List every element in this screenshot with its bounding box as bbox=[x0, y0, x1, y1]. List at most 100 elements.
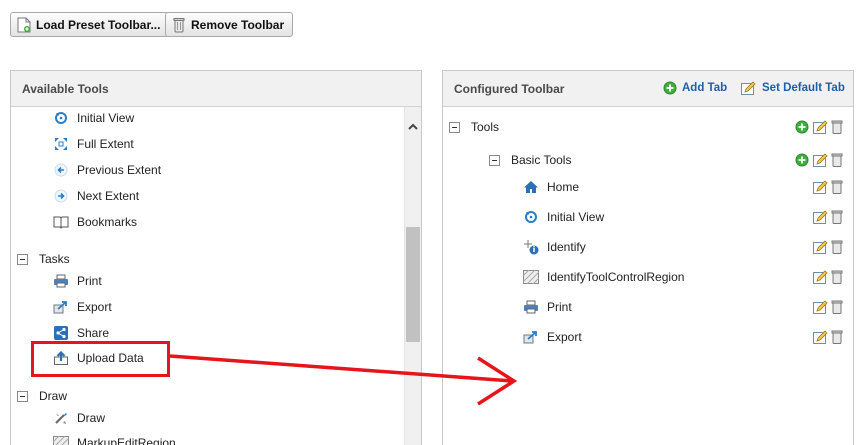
region-icon bbox=[53, 435, 69, 445]
available-tools-title: Available Tools bbox=[22, 81, 109, 96]
tool-actions bbox=[813, 270, 845, 284]
edit-icon[interactable] bbox=[813, 330, 828, 344]
home-icon bbox=[523, 179, 539, 195]
tool-item-export[interactable]: Export bbox=[53, 297, 112, 317]
tool-actions bbox=[813, 240, 845, 254]
configured-tool-label: Export bbox=[547, 330, 582, 344]
add-tab-label: Add Tab bbox=[682, 82, 728, 94]
add-icon[interactable] bbox=[795, 153, 809, 167]
set-default-tab-label: Set Default Tab bbox=[762, 82, 845, 94]
add-icon bbox=[663, 81, 677, 95]
tool-actions bbox=[813, 330, 845, 344]
trash-icon[interactable] bbox=[831, 180, 845, 194]
group-label: Basic Tools bbox=[511, 153, 572, 167]
trash-icon[interactable] bbox=[831, 300, 845, 314]
collapse-toggle[interactable] bbox=[17, 253, 28, 265]
trash-icon[interactable] bbox=[831, 270, 845, 284]
edit-icon[interactable] bbox=[813, 270, 828, 284]
tool-item-label: Print bbox=[77, 274, 102, 288]
configured-tool-label: Home bbox=[547, 180, 580, 194]
tab-label: Tools bbox=[471, 120, 500, 134]
print-icon bbox=[523, 299, 539, 315]
configured-toolbar-title: Configured Toolbar bbox=[454, 81, 565, 96]
tool-item-previous-extent[interactable]: Previous Extent bbox=[53, 160, 161, 180]
print-icon bbox=[53, 273, 69, 289]
edit-icon[interactable] bbox=[813, 153, 828, 167]
configured-toolbar-panel: Configured Toolbar Add Tab Set Default T… bbox=[442, 70, 854, 445]
tool-item-share[interactable]: Share bbox=[53, 323, 109, 343]
group-basic-tools[interactable]: Basic Tools bbox=[489, 150, 571, 170]
trash-icon[interactable] bbox=[831, 240, 845, 254]
initial-view-icon bbox=[523, 209, 539, 225]
tool-actions bbox=[813, 180, 845, 194]
trash-icon[interactable] bbox=[831, 330, 845, 344]
identify-icon bbox=[523, 239, 539, 255]
configured-tool-label: Print bbox=[547, 300, 572, 314]
tool-item-label: Previous Extent bbox=[77, 163, 162, 177]
remove-toolbar-button[interactable]: Remove Toolbar bbox=[165, 12, 294, 37]
edit-icon[interactable] bbox=[813, 240, 828, 254]
tool-actions bbox=[813, 210, 845, 224]
tool-item-next-extent[interactable]: Next Extent bbox=[53, 186, 139, 206]
scrollbar-thumb[interactable] bbox=[406, 227, 420, 342]
configured-tool-export[interactable]: Export bbox=[523, 327, 582, 347]
collapse-toggle[interactable] bbox=[17, 390, 28, 402]
tool-item-draw[interactable]: Draw bbox=[53, 408, 105, 428]
document-add-icon bbox=[17, 17, 31, 33]
configured-tool-print[interactable]: Print bbox=[523, 297, 572, 317]
tab-tools[interactable]: Tools bbox=[449, 117, 499, 137]
add-tab-button[interactable]: Add Tab bbox=[663, 81, 727, 95]
trash-icon[interactable] bbox=[831, 153, 845, 167]
configured-tool-identify-region[interactable]: IdentifyToolControlRegion bbox=[523, 267, 684, 287]
export-icon bbox=[523, 329, 539, 345]
group-actions bbox=[795, 153, 845, 167]
tool-actions bbox=[813, 300, 845, 314]
previous-extent-icon bbox=[53, 162, 69, 178]
edit-icon[interactable] bbox=[813, 300, 828, 314]
tool-item-label: Export bbox=[77, 300, 112, 314]
vertical-scrollbar[interactable] bbox=[404, 107, 421, 445]
share-icon bbox=[53, 325, 69, 341]
tool-item-initial-view[interactable]: Initial View bbox=[53, 108, 134, 128]
configured-tool-home[interactable]: Home bbox=[523, 177, 579, 197]
remove-toolbar-label: Remove Toolbar bbox=[191, 17, 285, 32]
add-icon[interactable] bbox=[795, 120, 809, 134]
bookmarks-icon bbox=[53, 214, 69, 230]
collapse-toggle[interactable] bbox=[449, 121, 460, 133]
load-preset-toolbar-button[interactable]: Load Preset Toolbar... bbox=[10, 12, 170, 37]
trash-icon[interactable] bbox=[831, 120, 845, 134]
tool-item-label: Draw bbox=[77, 411, 106, 425]
full-extent-icon bbox=[53, 136, 69, 152]
tool-item-bookmarks[interactable]: Bookmarks bbox=[53, 212, 137, 232]
annotation-highlight-box bbox=[31, 341, 170, 377]
configured-tool-label: IdentifyToolControlRegion bbox=[547, 270, 685, 284]
tool-item-print[interactable]: Print bbox=[53, 271, 102, 291]
configured-tool-label: Initial View bbox=[547, 210, 605, 224]
tool-item-markup-edit-region[interactable]: MarkupEditRegion bbox=[53, 433, 176, 445]
next-extent-icon bbox=[53, 188, 69, 204]
configured-toolbar-header: Configured Toolbar Add Tab Set Default T… bbox=[443, 71, 853, 107]
trash-icon[interactable] bbox=[831, 210, 845, 224]
tab-actions bbox=[795, 120, 845, 134]
configured-tool-identify[interactable]: Identify bbox=[523, 237, 586, 257]
group-draw[interactable]: Draw bbox=[17, 386, 67, 406]
configured-tool-initial-view[interactable]: Initial View bbox=[523, 207, 604, 227]
group-tasks[interactable]: Tasks bbox=[17, 249, 70, 269]
chevron-up-icon[interactable] bbox=[407, 121, 419, 133]
collapse-toggle[interactable] bbox=[489, 154, 500, 166]
region-icon bbox=[523, 269, 539, 285]
tool-item-label: Initial View bbox=[77, 111, 135, 125]
group-label: Tasks bbox=[39, 252, 70, 266]
tool-item-label: Full Extent bbox=[77, 137, 134, 151]
trash-icon bbox=[172, 17, 186, 33]
edit-icon[interactable] bbox=[813, 120, 828, 134]
set-default-tab-button[interactable]: Set Default Tab bbox=[741, 81, 845, 95]
available-tools-header: Available Tools bbox=[11, 71, 421, 107]
available-tools-panel: Available Tools Initial View Full Extent… bbox=[10, 70, 422, 445]
edit-icon[interactable] bbox=[813, 210, 828, 224]
tool-item-full-extent[interactable]: Full Extent bbox=[53, 134, 134, 154]
tool-item-label: MarkupEditRegion bbox=[77, 436, 176, 445]
edit-icon[interactable] bbox=[813, 180, 828, 194]
group-label: Draw bbox=[39, 389, 68, 403]
load-preset-label: Load Preset Toolbar... bbox=[36, 17, 161, 32]
